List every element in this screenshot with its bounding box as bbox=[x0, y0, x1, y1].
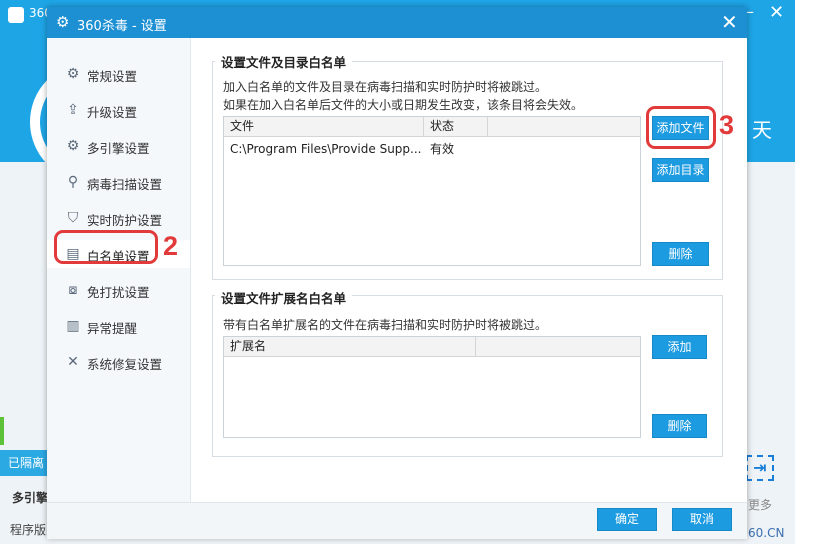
sidebar-item-virus-scan[interactable]: ⚲ 病毒扫描设置 bbox=[47, 168, 190, 196]
sidebar-item-system-repair[interactable]: ✕ 系统修复设置 bbox=[47, 348, 190, 376]
background-engine-label: 多引擎 bbox=[12, 491, 49, 505]
sidebar-item-label: 病毒扫描设置 bbox=[87, 177, 163, 192]
list-header: 文件 状态 bbox=[224, 117, 640, 137]
cancel-button[interactable]: 取消 bbox=[672, 508, 732, 531]
sidebar-item-anomaly-alert[interactable]: ▥ 异常提醒 bbox=[47, 312, 190, 340]
sidebar-item-upgrade[interactable]: ⇪ 升级设置 bbox=[47, 96, 190, 124]
file-status-cell: 有效 bbox=[430, 142, 455, 156]
extension-whitelist-list[interactable]: 扩展名 bbox=[223, 336, 641, 438]
delete-file-button[interactable]: 删除 bbox=[652, 242, 709, 266]
file-path-cell: C:\Program Files\Provide Supp... bbox=[230, 142, 422, 156]
gear-icon: ⚙ bbox=[66, 66, 80, 82]
annotation-step-2: 2 bbox=[163, 231, 179, 261]
bar-chart-icon: ▥ bbox=[66, 318, 80, 334]
column-header-empty bbox=[488, 117, 640, 136]
file-whitelist-title: 设置文件及目录白名单 bbox=[215, 52, 353, 71]
sidebar-item-label: 免打扰设置 bbox=[87, 285, 150, 300]
search-icon: ⚲ bbox=[67, 174, 79, 190]
extension-whitelist-description: 带有白名单扩展名的文件在病毒扫描和实时防护时将被跳过。 bbox=[223, 318, 548, 332]
sidebar-item-multi-engine[interactable]: ⚙ 多引擎设置 bbox=[47, 132, 190, 160]
sidebar-item-general[interactable]: ⚙ 常规设置 bbox=[47, 60, 190, 88]
engine-icon: ⚙ bbox=[66, 138, 80, 154]
shield-icon: ⛉ bbox=[67, 210, 79, 226]
background-site-link[interactable]: 60.CN bbox=[748, 526, 784, 540]
delete-extension-button[interactable]: 删除 bbox=[652, 414, 707, 438]
gear-icon: ⚙ bbox=[56, 13, 70, 31]
column-header-file[interactable]: 文件 bbox=[224, 117, 424, 136]
background-version-label: 程序版 bbox=[10, 523, 47, 537]
background-day-text: 天 bbox=[752, 118, 772, 142]
do-not-disturb-icon: ⧇ bbox=[68, 282, 78, 298]
annotation-box-add-file bbox=[646, 106, 716, 149]
column-header-empty bbox=[476, 337, 640, 356]
annotation-step-3: 3 bbox=[719, 110, 735, 140]
dialog-title: 360杀毒 - 设置 bbox=[77, 19, 167, 34]
file-whitelist-note: 如果在加入白名单后文件的大小或日期发生改变，该条目将会失效。 bbox=[223, 98, 584, 112]
background-close-icon[interactable]: ✕ bbox=[769, 2, 784, 23]
sidebar-item-label: 系统修复设置 bbox=[87, 357, 163, 372]
sidebar-item-do-not-disturb[interactable]: ⧇ 免打扰设置 bbox=[47, 276, 190, 304]
sidebar-item-realtime-protection[interactable]: ⛉ 实时防护设置 bbox=[47, 204, 190, 232]
settings-sidebar: ⚙ 常规设置 ⇪ 升级设置 ⚙ 多引擎设置 ⚲ 病毒扫描设置 ⛉ 实时防护设置 … bbox=[47, 38, 191, 502]
background-more-link[interactable]: 更多 bbox=[748, 496, 772, 513]
sidebar-item-label: 实时防护设置 bbox=[87, 213, 163, 228]
table-row[interactable]: C:\Program Files\Provide Supp... 有效 bbox=[224, 139, 640, 159]
background-app-logo-icon bbox=[8, 7, 24, 23]
add-extension-button[interactable]: 添加 bbox=[652, 335, 707, 359]
add-directory-button[interactable]: 添加目录 bbox=[652, 158, 709, 182]
file-whitelist-list[interactable]: 文件 状态 C:\Program Files\Provide Supp... 有… bbox=[223, 116, 641, 266]
background-quarantine-tab[interactable]: 已隔离 bbox=[0, 450, 48, 476]
extension-whitelist-title: 设置文件扩展名白名单 bbox=[215, 288, 353, 307]
ok-button[interactable]: 确定 bbox=[597, 508, 657, 531]
wrench-icon: ✕ bbox=[67, 354, 79, 370]
annotation-box-whitelist-menu bbox=[54, 230, 158, 264]
background-green-indicator bbox=[0, 417, 4, 445]
file-whitelist-description: 加入白名单的文件及目录在病毒扫描和实时防护时将被跳过。 bbox=[223, 80, 548, 94]
sidebar-item-label: 常规设置 bbox=[87, 69, 138, 84]
close-icon[interactable]: ✕ bbox=[721, 10, 738, 34]
list-header: 扩展名 bbox=[224, 337, 640, 357]
settings-dialog: ⚙ 360杀毒 - 设置 ✕ ⚙ 常规设置 ⇪ 升级设置 ⚙ 多引擎设置 ⚲ 病… bbox=[47, 7, 747, 539]
sidebar-item-label: 升级设置 bbox=[87, 105, 138, 120]
column-header-status[interactable]: 状态 bbox=[424, 117, 488, 136]
column-header-extension[interactable]: 扩展名 bbox=[224, 337, 476, 356]
upload-icon: ⇪ bbox=[67, 102, 79, 118]
dialog-titlebar: ⚙ 360杀毒 - 设置 ✕ bbox=[47, 7, 747, 38]
sidebar-item-label: 多引擎设置 bbox=[87, 141, 150, 156]
sidebar-item-label: 异常提醒 bbox=[87, 321, 138, 336]
background-arrow-icon[interactable]: ⇥ bbox=[746, 455, 774, 481]
